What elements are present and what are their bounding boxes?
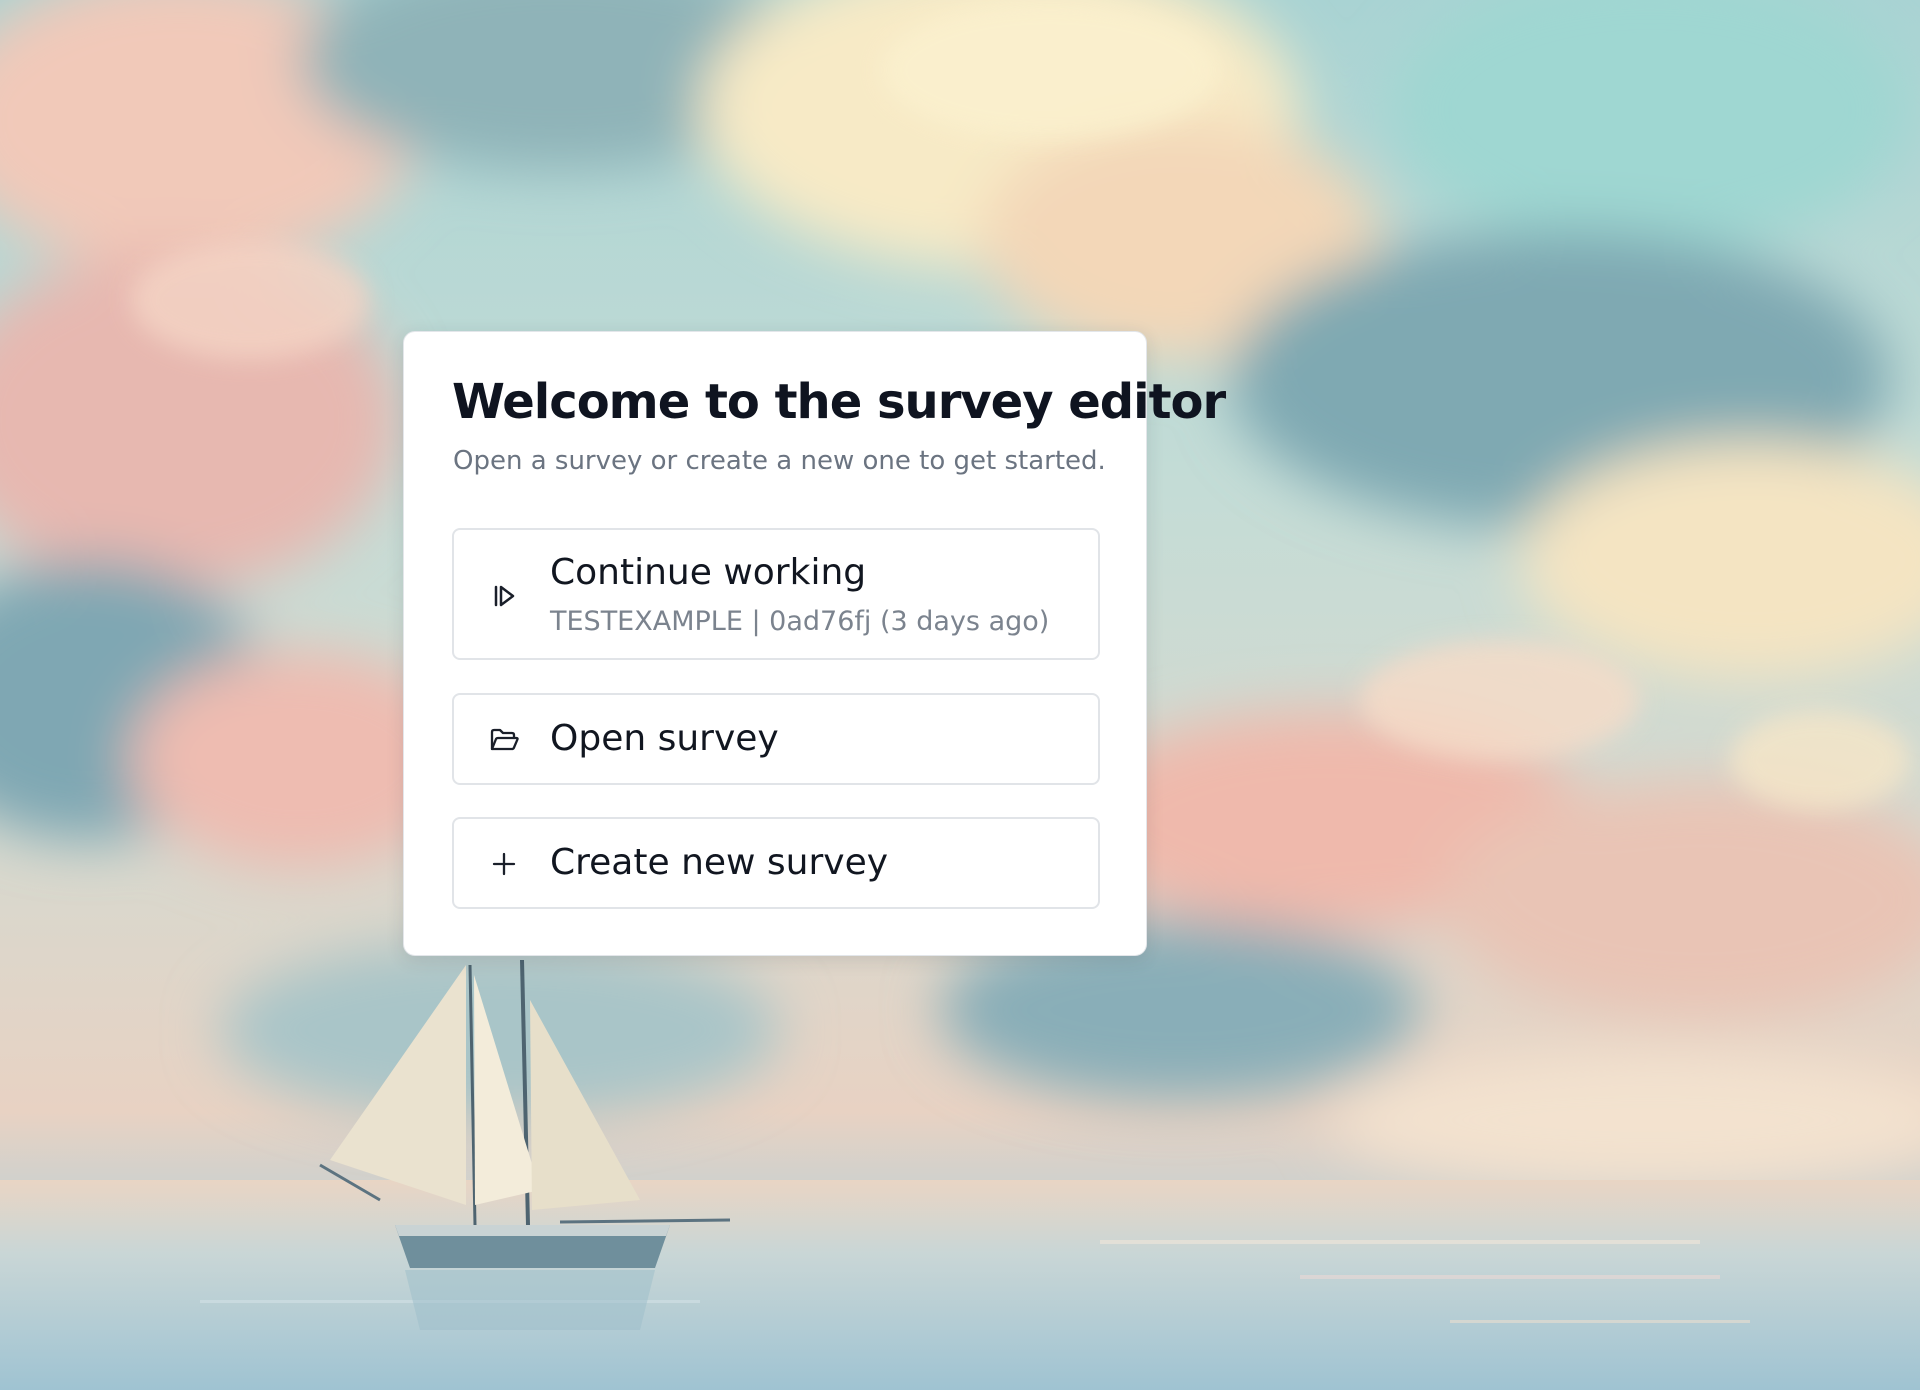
continue-working-button[interactable]: Continue working TESTEXAMPLE | 0ad76fj (… <box>452 528 1100 660</box>
resume-play-icon <box>494 585 515 607</box>
welcome-card: Welcome to the survey editor Open a surv… <box>403 331 1226 956</box>
sea <box>0 1180 1920 1390</box>
folder-open-icon <box>490 728 519 751</box>
recent-survey-info: TESTEXAMPLE | 0ad76fj (3 days ago) <box>550 606 1050 637</box>
open-survey-button[interactable]: Open survey <box>452 693 1100 785</box>
create-new-survey-button[interactable]: Create new survey <box>452 817 1100 909</box>
open-survey-label: Open survey <box>550 718 779 759</box>
page-subtitle: Open a survey or create a new one to get… <box>453 446 1106 476</box>
page-title: Welcome to the survey editor <box>452 374 1226 430</box>
create-new-survey-label: Create new survey <box>550 842 889 883</box>
continue-working-label: Continue working <box>550 552 867 593</box>
plus-icon <box>492 852 516 876</box>
